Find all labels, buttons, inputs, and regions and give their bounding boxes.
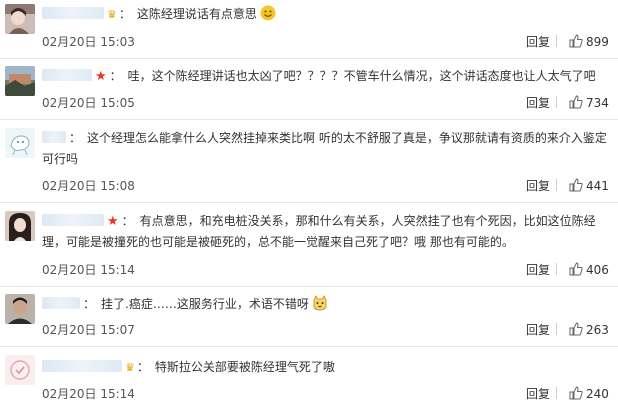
thumbs-up-icon bbox=[569, 386, 583, 400]
like-button[interactable]: 441 bbox=[569, 178, 609, 193]
star-badge-icon: ★ bbox=[107, 214, 119, 229]
like-count: 406 bbox=[586, 263, 609, 277]
thumbs-up-icon bbox=[569, 34, 583, 48]
like-button[interactable]: 406 bbox=[569, 262, 609, 277]
reply-button[interactable]: 回复 bbox=[526, 261, 550, 278]
like-count: 240 bbox=[586, 387, 609, 401]
like-count: 734 bbox=[586, 96, 609, 110]
thumbs-up-icon bbox=[569, 95, 583, 109]
reply-button[interactable]: 回复 bbox=[526, 33, 550, 50]
crown-icon: ♛ bbox=[125, 361, 135, 374]
divider bbox=[0, 202, 618, 203]
comment-time: 02月20日 15:14 bbox=[42, 263, 135, 277]
username-redacted[interactable] bbox=[42, 131, 66, 143]
avatar[interactable] bbox=[5, 211, 35, 241]
comment-time: 02月20日 15:07 bbox=[42, 323, 135, 337]
comment-time: 02月20日 15:03 bbox=[42, 35, 135, 49]
comment-text-block: ：这个经理怎么能拿什么人突然挂掉来类比啊 听的太不舒服了真是，争议那就请有资质的… bbox=[42, 131, 607, 166]
comment-text-block: ：挂了.癌症……这服务行业，术语不错呀 bbox=[42, 294, 612, 315]
comment-text: 挂了.癌症……这服务行业，术语不错呀 bbox=[101, 297, 309, 311]
like-button[interactable]: 734 bbox=[569, 95, 609, 110]
action-divider bbox=[556, 323, 557, 335]
action-divider bbox=[556, 35, 557, 47]
reply-button[interactable]: 回复 bbox=[526, 385, 550, 402]
username-redacted[interactable] bbox=[42, 214, 104, 226]
action-divider bbox=[556, 179, 557, 191]
comment-text: 哇，这个陈经理讲话也太凶了吧？？？？不管车什么情况，这个讲话态度也让人太气了吧 bbox=[127, 69, 596, 83]
avatar[interactable] bbox=[5, 294, 35, 324]
comment-text-block: ♛：这陈经理说话有点意思 bbox=[42, 4, 612, 25]
reply-button[interactable]: 回复 bbox=[526, 177, 550, 194]
like-count: 899 bbox=[586, 35, 609, 49]
comment-time: 02月20日 15:08 bbox=[42, 179, 135, 193]
comment-text: 这陈经理说话有点意思 bbox=[136, 7, 257, 21]
username-redacted[interactable] bbox=[42, 297, 80, 309]
username-redacted[interactable] bbox=[42, 69, 92, 81]
thumbs-up-icon bbox=[569, 262, 583, 276]
thumbs-up-icon bbox=[569, 322, 583, 336]
username-redacted[interactable] bbox=[42, 360, 122, 372]
divider bbox=[0, 58, 618, 59]
like-button[interactable]: 899 bbox=[569, 34, 609, 49]
avatar[interactable] bbox=[5, 355, 35, 385]
comment-text-block: ♛：特斯拉公关部要被陈经理气死了嗷 bbox=[42, 357, 612, 378]
like-count: 441 bbox=[586, 179, 609, 193]
action-divider bbox=[556, 387, 557, 399]
smile-emoji-icon bbox=[260, 5, 276, 21]
avatar[interactable] bbox=[5, 4, 35, 34]
divider bbox=[0, 119, 618, 120]
avatar[interactable] bbox=[5, 66, 35, 96]
reply-button[interactable]: 回复 bbox=[526, 321, 550, 338]
thumbs-up-icon bbox=[569, 178, 583, 192]
comment-text: 特斯拉公关部要被陈经理气死了嗷 bbox=[154, 360, 335, 374]
reply-button[interactable]: 回复 bbox=[526, 94, 550, 111]
like-count: 263 bbox=[586, 323, 609, 337]
username-redacted[interactable] bbox=[42, 7, 104, 19]
comment-text-block: ★：有点意思，和充电桩没关系，那和什么有关系，人突然挂了也有个死因，比如这位陈经… bbox=[42, 214, 596, 249]
cat-emoji-icon bbox=[312, 295, 328, 311]
star-badge-icon: ★ bbox=[95, 69, 107, 84]
comment-time: 02月20日 15:14 bbox=[42, 387, 135, 401]
comment-text: 这个经理怎么能拿什么人突然挂掉来类比啊 听的太不舒服了真是，争议那就请有资质的来… bbox=[42, 131, 607, 166]
crown-icon: ♛ bbox=[107, 8, 117, 21]
avatar[interactable] bbox=[5, 128, 35, 158]
like-button[interactable]: 263 bbox=[569, 322, 609, 337]
divider bbox=[0, 346, 618, 347]
action-divider bbox=[556, 263, 557, 275]
comment-time: 02月20日 15:05 bbox=[42, 96, 135, 110]
divider bbox=[0, 286, 618, 287]
like-button[interactable]: 240 bbox=[569, 386, 609, 401]
action-divider bbox=[556, 96, 557, 108]
comment-text-block: ★：哇，这个陈经理讲话也太凶了吧？？？？不管车什么情况，这个讲话态度也让人太气了… bbox=[42, 66, 612, 87]
